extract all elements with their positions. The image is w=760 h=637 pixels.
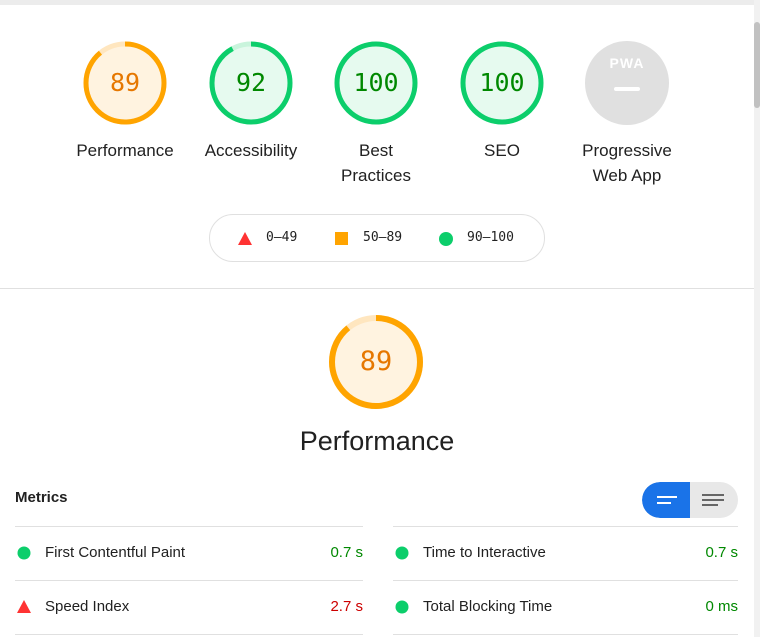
gauge-seo[interactable]: 100 (460, 41, 544, 125)
scrollbar[interactable] (754, 0, 760, 637)
triangle-icon (17, 600, 31, 613)
circle-icon (439, 232, 453, 246)
gauge-label-line2: Practices (341, 166, 411, 185)
gauge-label: Progressive Web App (547, 138, 707, 188)
gauge-performance[interactable]: 89 (83, 41, 167, 125)
gauge-score: PWA (609, 55, 645, 71)
compact-view-icon[interactable] (642, 482, 690, 518)
metric-name: Speed Index (45, 598, 130, 615)
performance-title: Performance (299, 426, 455, 456)
gauge-best[interactable]: 100 (334, 41, 418, 125)
metrics-divider-left-3 (15, 634, 363, 635)
metrics-divider-right-3 (393, 634, 738, 635)
metric-value: 0 ms (705, 598, 738, 615)
performance-score: 89 (359, 346, 393, 377)
section-divider (0, 288, 754, 289)
metric-name: First Contentful Paint (45, 544, 186, 561)
gauge-score: 92 (235, 68, 267, 97)
metric-value: 0.7 s (330, 544, 363, 561)
metrics-heading: Metrics (15, 489, 68, 506)
metric-row: Time to Interactive 0.7 s (393, 526, 738, 580)
metric-name: Time to Interactive (423, 544, 546, 561)
metrics-view-toggle[interactable] (642, 482, 738, 518)
gauge-score: 100 (479, 68, 525, 97)
metric-value: 0.7 s (705, 544, 738, 561)
gauge-score: 89 (109, 68, 141, 97)
pwa-badge-icon (585, 41, 669, 125)
performance-gauge[interactable]: 89 (328, 314, 424, 410)
top-strip (0, 0, 754, 5)
square-icon (335, 232, 348, 245)
circle-icon (395, 600, 409, 614)
metric-row: Total Blocking Time 0 ms (393, 580, 738, 634)
gauge-score: 100 (353, 68, 399, 97)
legend-average-range: 50–89 (363, 230, 403, 245)
circle-icon (17, 546, 31, 560)
circle-icon (395, 546, 409, 560)
legend-pass-range: 90–100 (467, 230, 514, 245)
lighthouse-report: 89 Performance 92 Accessibility 100 Best Pra… (0, 0, 754, 637)
gauge-label-line2: Web App (592, 166, 662, 185)
metric-value: 2.7 s (330, 598, 363, 615)
legend-fail-range: 0–49 (266, 230, 298, 245)
score-legend: 0–49 50–89 90–100 (209, 214, 545, 262)
gauge-label-line1: Progressive (582, 141, 672, 160)
metric-row: First Contentful Paint 0.7 s (15, 526, 363, 580)
gauge-progressive[interactable]: PWA (585, 41, 669, 125)
gauge-accessibility[interactable]: 92 (209, 41, 293, 125)
scrollbar-thumb[interactable] (754, 22, 760, 108)
metric-row: Speed Index 2.7 s (15, 580, 363, 634)
triangle-icon (238, 232, 252, 245)
metric-name: Total Blocking Time (423, 598, 553, 615)
